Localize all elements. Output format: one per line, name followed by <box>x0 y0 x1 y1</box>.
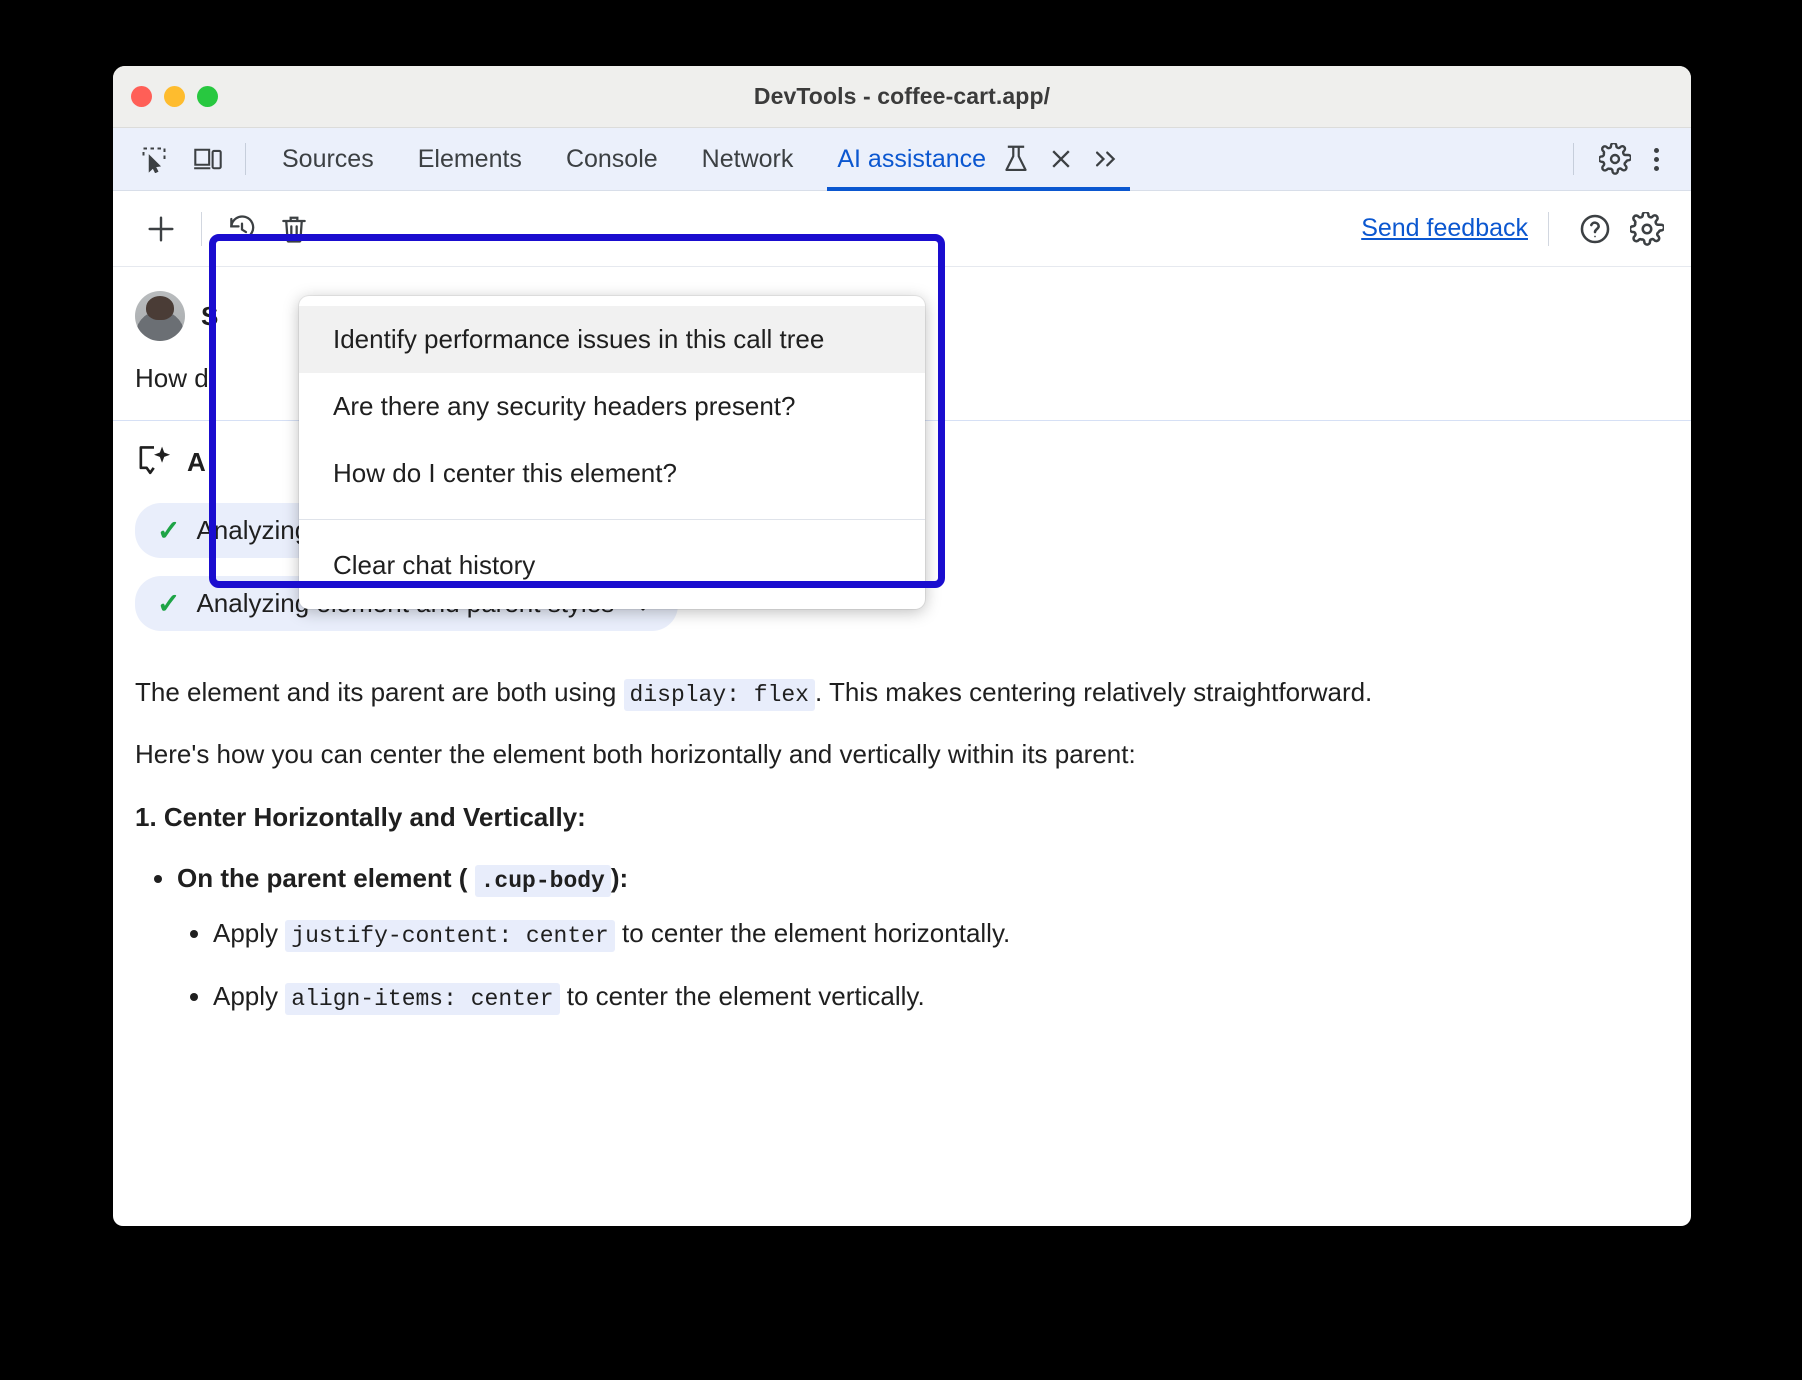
experiment-flask-icon <box>1002 144 1030 174</box>
sub-bullet-2-after: to center the element vertically. <box>567 981 925 1011</box>
tab-label: Sources <box>282 145 374 174</box>
minimize-window-button[interactable] <box>164 86 185 107</box>
ai-settings-gear-icon[interactable] <box>1621 203 1673 255</box>
answer-paragraph-2: Here's how you can center the element bo… <box>135 737 1669 772</box>
devtools-window: DevTools - coffee-cart.app/ Sources Elem… <box>113 66 1691 1226</box>
ai-answer-title: A <box>187 447 206 478</box>
menu-item-identify-performance[interactable]: Identify performance issues in this call… <box>299 306 925 373</box>
window-title: DevTools - coffee-cart.app/ <box>113 83 1691 110</box>
bullet-1-before: On the parent element ( <box>177 863 467 893</box>
tab-sources[interactable]: Sources <box>260 128 396 191</box>
list-item: Apply justify-content: center to center … <box>213 918 1669 949</box>
tab-label: Network <box>702 145 794 174</box>
menu-item-security-headers[interactable]: Are there any security headers present? <box>299 373 925 440</box>
list-item: On the parent element ( .cup-body): Appl… <box>177 863 1669 1012</box>
paragraph-1-after: . This makes centering relatively straig… <box>815 677 1372 707</box>
help-icon[interactable] <box>1569 203 1621 255</box>
device-toolbar-icon[interactable] <box>185 138 231 180</box>
bullet-1-after: ): <box>611 863 628 893</box>
traffic-lights <box>113 86 218 107</box>
menu-divider <box>299 519 925 520</box>
tab-label: AI assistance <box>837 145 986 174</box>
close-window-button[interactable] <box>131 86 152 107</box>
inspect-element-icon[interactable] <box>131 138 177 180</box>
menu-item-clear-chat-history[interactable]: Clear chat history <box>299 532 925 599</box>
check-icon: ✓ <box>157 590 180 618</box>
ai-assistance-toolbar: Send feedback <box>113 191 1691 267</box>
tab-elements[interactable]: Elements <box>396 128 544 191</box>
toolbar-right-divider <box>1548 212 1549 246</box>
list-item: Apply align-items: center to center the … <box>213 981 1669 1012</box>
ai-sparkle-icon <box>135 443 173 481</box>
send-feedback-link[interactable]: Send feedback <box>1361 214 1528 243</box>
answer-sub-bullet-list: Apply justify-content: center to center … <box>177 918 1669 1012</box>
avatar <box>135 291 185 341</box>
window-titlebar: DevTools - coffee-cart.app/ <box>113 66 1691 128</box>
more-options-kebab-icon[interactable] <box>1638 148 1675 171</box>
tab-label: Elements <box>418 145 522 174</box>
code-align-items-center: align-items: center <box>285 983 559 1015</box>
paragraph-1-before: The element and its parent are both usin… <box>135 677 616 707</box>
menu-item-center-element[interactable]: How do I center this element? <box>299 440 925 507</box>
tabbar-right-divider <box>1573 143 1574 175</box>
code-justify-content-center: justify-content: center <box>285 920 614 952</box>
maximize-window-button[interactable] <box>197 86 218 107</box>
sub-bullet-2-before: Apply <box>213 981 278 1011</box>
close-tab-icon[interactable] <box>1048 146 1074 172</box>
code-display-flex: display: flex <box>624 679 815 711</box>
check-icon: ✓ <box>157 517 180 545</box>
settings-gear-icon[interactable] <box>1592 138 1638 180</box>
code-cup-body: .cup-body <box>475 865 611 897</box>
tab-network[interactable]: Network <box>680 128 816 191</box>
user-name: S <box>201 301 218 332</box>
devtools-tabbar: Sources Elements Console Network AI assi… <box>113 128 1691 191</box>
history-dropdown-menu: Identify performance issues in this call… <box>299 296 925 609</box>
answer-heading-1: 1. Center Horizontally and Vertically: <box>135 802 1669 833</box>
toolbar-divider <box>201 212 202 246</box>
more-tabs-icon[interactable] <box>1092 146 1120 172</box>
chat-history-button[interactable] <box>216 203 268 255</box>
new-chat-button[interactable] <box>135 203 187 255</box>
tabbar-divider <box>245 143 246 175</box>
tab-label: Console <box>566 145 658 174</box>
answer-bullet-list: On the parent element ( .cup-body): Appl… <box>135 863 1669 1012</box>
tab-console[interactable]: Console <box>544 128 680 191</box>
sub-bullet-1-after: to center the element horizontally. <box>622 918 1010 948</box>
delete-chat-button[interactable] <box>268 203 320 255</box>
tab-ai-assistance[interactable]: AI assistance <box>815 128 1142 191</box>
answer-paragraph-1: The element and its parent are both usin… <box>135 675 1669 711</box>
active-tab-underline <box>827 187 1130 191</box>
sub-bullet-1-before: Apply <box>213 918 278 948</box>
